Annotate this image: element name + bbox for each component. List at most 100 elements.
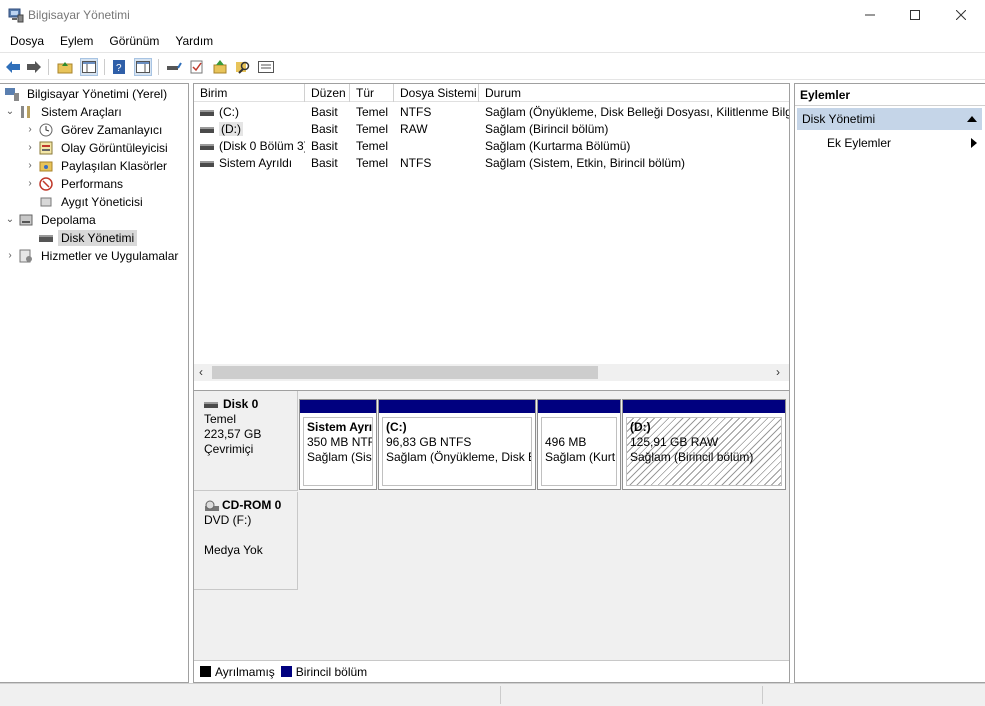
unallocated-swatch [200,666,211,677]
volume-layout: Basit [311,122,338,136]
tree-label-task-scheduler: Görev Zamanlayıcı [61,122,163,137]
drive-icon [200,126,214,133]
volume-status: Sağlam (Birincil bölüm) [485,122,609,136]
menu-file[interactable]: Dosya [2,34,52,48]
partition-c[interactable]: (C:) 96,83 GB NTFS Sağlam (Önyükleme, Di… [378,399,536,490]
show-hide-action-pane-button[interactable] [134,58,152,76]
tree-item-performance[interactable]: › Performans [24,175,126,192]
menu-help[interactable]: Yardım [167,34,221,48]
minimize-button[interactable] [847,0,893,30]
chevron-right-icon[interactable]: › [24,124,36,135]
tree-label-event-viewer: Olay Görüntüleyicisi [61,140,168,155]
action-more-actions[interactable]: Ek Eylemler [797,133,982,153]
tree-label-performance: Performans [61,176,124,191]
help-button[interactable]: ? [110,58,128,76]
disk0-type: Temel [204,412,237,426]
check-button[interactable] [188,58,206,76]
checklist-icon [190,60,203,74]
search-button[interactable] [234,58,252,76]
up-level-button[interactable] [56,58,74,76]
tree-item-device-manager[interactable]: Aygıt Yöneticisi [36,193,146,210]
partition-size: 125,91 GB RAW [630,435,719,449]
partition-name: (D:) [630,420,651,434]
table-row[interactable]: (Disk 0 Bölüm 3) Basit Temel Sağlam (Kur… [194,138,789,155]
tree-item-services[interactable]: › Hizmetler ve Uygulamalar [4,247,181,264]
menu-view[interactable]: Görünüm [101,34,167,48]
primary-partition-swatch [280,666,292,677]
back-button[interactable] [4,58,22,76]
cdrom-name: CD-ROM 0 [222,498,282,512]
table-row[interactable]: (C:) Basit Temel NTFS Sağlam (Önyükleme,… [194,104,789,121]
column-header-type[interactable]: Tür [350,84,394,102]
column-header-layout[interactable]: Düzen [305,84,350,102]
volume-layout: Basit [311,156,338,170]
tree-label-device-manager: Aygıt Yöneticisi [61,194,143,209]
volume-name: (D:) [219,122,243,136]
console-tree-icon [82,61,96,73]
maximize-icon [910,10,920,20]
close-button[interactable] [938,0,984,30]
scroll-left-icon[interactable]: ‹ [199,365,203,379]
storage-icon [18,212,34,228]
shared-folder-icon [38,158,54,174]
show-hide-console-tree-button[interactable] [80,58,98,76]
forward-button[interactable] [25,58,43,76]
tree-label-root: Bilgisayar Yönetimi (Yerel) [27,86,168,101]
chevron-right-icon[interactable]: › [4,250,16,261]
tree-item-event-viewer[interactable]: › Olay Görüntüleyicisi [24,139,171,156]
folder-arrow-icon [213,60,227,74]
title-bar: Bilgisayar Yönetimi [0,0,985,30]
import-button[interactable] [211,58,229,76]
table-row[interactable]: (D:) Basit Temel RAW Sağlam (Birincil bö… [194,121,789,138]
cdrom-info[interactable]: CD-ROM 0 DVD (F:) Medya Yok [194,492,298,590]
volume-name: (Disk 0 Bölüm 3) [219,139,305,153]
scrollbar-thumb[interactable] [212,366,598,379]
chevron-right-icon[interactable]: › [24,142,36,153]
volume-status: Sağlam (Sistem, Etkin, Birincil bölüm) [485,156,686,170]
volume-type: Temel [356,122,389,136]
partition-system-reserved[interactable]: Sistem Ayrıldı 350 MB NTFS Sağlam (Siste… [299,399,377,490]
minimize-icon [865,14,875,16]
partition-recovery[interactable]: 496 MB Sağlam (Kurt [537,399,621,490]
column-header-volume[interactable]: Birim [194,84,305,102]
tree-item-shared-folders[interactable]: › Paylaşılan Klasörler [24,157,170,174]
horizontal-scrollbar[interactable]: ‹ › [194,364,789,381]
partition-d[interactable]: (D:) 125,91 GB RAW Sağlam (Birincil bölü… [622,399,786,490]
chevron-right-icon[interactable]: › [24,178,36,189]
connect-button[interactable] [165,58,183,76]
menu-action[interactable]: Eylem [52,34,101,48]
tree-item-system-tools[interactable]: ⌄ Sistem Araçları [4,103,125,120]
drive-icon [200,109,214,116]
disk0-info[interactable]: Disk 0 Temel 223,57 GB Çevrimiçi [194,391,298,491]
actions-pane: Eylemler Disk Yönetimi Ek Eylemler [794,83,985,683]
toolbar: ? [0,52,985,80]
table-row[interactable]: Sistem Ayrıldı Basit Temel NTFS Sağlam (… [194,155,789,172]
tree-item-disk-management[interactable]: Disk Yönetimi [36,229,138,246]
properties-button[interactable] [257,58,275,76]
cdrom-drive: DVD (F:) [204,513,252,527]
chevron-right-icon[interactable]: › [24,160,36,171]
tree-item-storage[interactable]: ⌄ Depolama [4,211,99,228]
submenu-arrow-icon [971,138,977,148]
actions-section-disk-management[interactable]: Disk Yönetimi [797,108,982,130]
volume-layout: Basit [311,139,338,153]
computer-icon [4,86,20,102]
close-icon [956,10,966,20]
scroll-right-icon[interactable]: › [776,365,780,379]
disk0-size: 223,57 GB [204,427,262,441]
chevron-down-icon[interactable]: ⌄ [4,214,16,225]
volume-file-system: NTFS [400,156,432,170]
tree-item-root[interactable]: Bilgisayar Yönetimi (Yerel) [2,85,170,102]
column-header-status[interactable]: Durum [479,84,789,102]
tree-item-task-scheduler[interactable]: › Görev Zamanlayıcı [24,121,165,138]
clock-icon [38,122,54,138]
maximize-button[interactable] [892,0,938,30]
event-viewer-icon [38,140,54,156]
partition-name [545,420,613,435]
chevron-down-icon[interactable]: ⌄ [4,106,16,117]
column-header-file-system[interactable]: Dosya Sistemi [394,84,479,102]
volume-layout: Basit [311,105,338,119]
magnifier-icon [236,61,250,74]
disk-management-pane: Birim Düzen Tür Dosya Sistemi Durum (C:)… [193,83,790,683]
console-tree: Bilgisayar Yönetimi (Yerel) ⌄ Sistem Ara… [0,83,189,683]
